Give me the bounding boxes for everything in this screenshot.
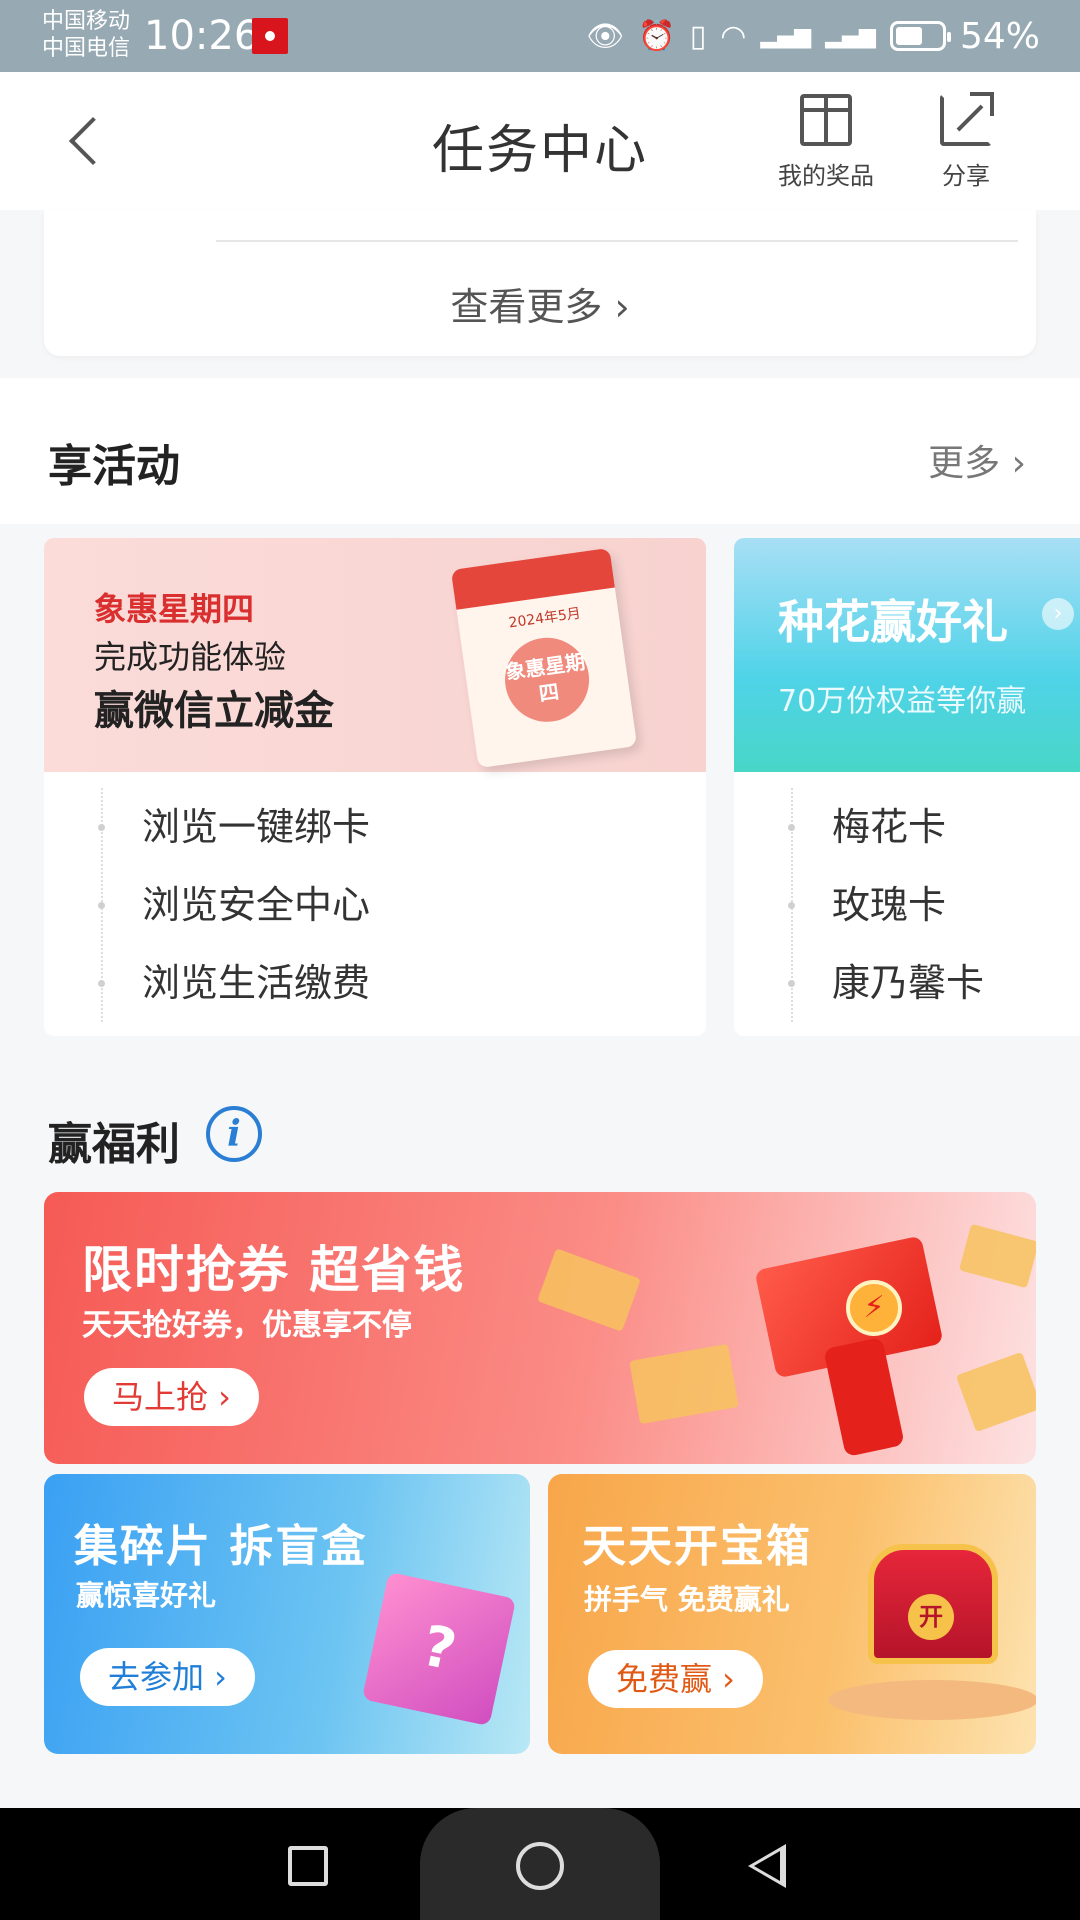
app-header: 任务中心 我的奖品 分享 — [0, 72, 1080, 210]
coupon-icon — [537, 1248, 641, 1332]
my-prizes-label: 我的奖品 — [778, 162, 874, 190]
clock: 10:26 — [144, 13, 260, 59]
my-prizes-button[interactable]: 我的奖品 — [778, 94, 874, 191]
see-more-link[interactable]: 查看更多 › — [44, 276, 1036, 331]
info-icon[interactable]: i — [206, 1106, 262, 1162]
banner-line-3: 赢微信立减金 — [94, 688, 334, 734]
calendar-seal: 象惠星期四 — [499, 632, 595, 728]
carrier-1: 中国移动 — [42, 9, 131, 34]
promo-title: 限时抢券 超省钱 — [82, 1241, 466, 1299]
share-label: 分享 — [942, 162, 990, 190]
back-triangle-icon[interactable] — [748, 1844, 786, 1888]
battery-icon — [889, 21, 951, 51]
promo-title: 天天开宝箱 — [582, 1521, 812, 1572]
notification-app-icon — [252, 18, 288, 54]
chest-lock-icon: 开 — [908, 1594, 954, 1640]
status-icons: 👁 ⏰ ▯ ◠ ▂▄▆ ▂▄▆ 54% — [586, 14, 1040, 58]
activity-card-flowers[interactable]: 种花赢好礼 › 70万份权益等你赢 梅花卡 玫瑰卡 康乃馨卡 — [734, 538, 1080, 1036]
page-title: 任务中心 — [431, 121, 648, 181]
activities-title: 享活动 — [48, 441, 180, 492]
task-item[interactable]: 浏览安全中心 — [44, 866, 706, 944]
banner-line-2: 完成功能体验 — [94, 638, 287, 676]
signal-4g-icon: ▂▄▆ — [825, 23, 876, 49]
chevron-right-icon: › — [1042, 598, 1074, 630]
blind-box-promo[interactable]: 集碎片 拆盲盒 赢惊喜好礼 去参加 › ? — [44, 1474, 530, 1754]
task-list: 浏览一键绑卡 浏览安全中心 浏览生活缴费 — [44, 788, 706, 1022]
activities-header: 享活动 更多 › — [0, 378, 1080, 524]
divider — [216, 240, 1018, 242]
recent-apps-icon[interactable] — [288, 1846, 328, 1886]
banner-subtitle: 70万份权益等你赢 — [778, 684, 1027, 719]
join-button[interactable]: 去参加 › — [80, 1648, 255, 1706]
calendar-illustration: 2024年5月 象惠星期四 — [450, 547, 638, 769]
coupon-icon — [958, 1223, 1036, 1289]
banner-title: 种花赢好礼 — [778, 595, 1008, 649]
task-list-card: 查看更多 › — [44, 210, 1036, 356]
share-icon — [940, 92, 994, 146]
coupon-promo-banner[interactable]: 限时抢券 超省钱 天天抢好券，优惠享不停 马上抢 › ⚡ — [44, 1192, 1036, 1464]
task-item[interactable]: 玫瑰卡 — [734, 866, 1080, 944]
task-item[interactable]: 康乃馨卡 — [734, 944, 1080, 1022]
activities-more-link[interactable]: 更多 › — [928, 434, 1026, 486]
calendar-month: 2024年5月 — [507, 605, 582, 632]
chest-pedestal — [828, 1680, 1036, 1720]
lightning-icon: ⚡ — [846, 1280, 902, 1336]
coupon-icon — [629, 1343, 739, 1425]
home-icon[interactable] — [516, 1842, 564, 1890]
promo-subtitle: 天天抢好券，优惠享不停 — [82, 1308, 412, 1343]
banner-tag: 象惠星期四 — [94, 590, 255, 628]
carrier-info: 中国移动 中国电信 — [42, 8, 130, 62]
task-list: 梅花卡 玫瑰卡 康乃馨卡 — [734, 788, 1080, 1022]
activity-banner[interactable]: 种花赢好礼 › 70万份权益等你赢 — [734, 538, 1080, 772]
task-item[interactable]: 浏览一键绑卡 — [44, 788, 706, 866]
win-free-button[interactable]: 免费赢 › — [588, 1650, 763, 1708]
coupon-icon — [955, 1351, 1036, 1433]
activity-card-thursday[interactable]: 象惠星期四 完成功能体验 赢微信立减金 2024年5月 象惠星期四 浏览一键绑卡… — [44, 538, 706, 1036]
battery-percent: 54% — [959, 15, 1040, 57]
gift-icon — [800, 94, 852, 146]
blind-box-icon: ? — [361, 1571, 517, 1727]
grab-now-button[interactable]: 马上抢 › — [84, 1368, 259, 1426]
system-nav-bar — [0, 1808, 1080, 1920]
coupon-gun-handle — [823, 1336, 905, 1458]
treasure-chest-promo[interactable]: 天天开宝箱 拼手气 免费赢礼 免费赢 › 开 — [548, 1474, 1036, 1754]
signal-4g-icon: ▂▄▆ — [760, 23, 812, 49]
task-item[interactable]: 梅花卡 — [734, 788, 1080, 866]
welfare-title: 赢福利 — [48, 1119, 180, 1170]
task-item[interactable]: 浏览生活缴费 — [44, 944, 706, 1022]
status-bar: 中国移动 中国电信 10:26 👁 ⏰ ▯ ◠ ▂▄▆ ▂▄▆ 54% — [0, 0, 1080, 72]
eye-icon: 👁 — [586, 18, 625, 54]
promo-subtitle: 拼手气 免费赢礼 — [584, 1583, 790, 1616]
vibrate-icon: ▯ — [689, 18, 707, 54]
wifi-icon: ◠ — [720, 18, 747, 54]
promo-title: 集碎片 拆盲盒 — [74, 1521, 368, 1572]
share-button[interactable]: 分享 — [940, 92, 994, 191]
promo-subtitle: 赢惊喜好礼 — [76, 1579, 217, 1612]
alarm-icon: ⏰ — [638, 18, 676, 54]
carrier-2: 中国电信 — [42, 36, 131, 61]
activity-banner[interactable]: 象惠星期四 完成功能体验 赢微信立减金 2024年5月 象惠星期四 — [44, 538, 706, 772]
